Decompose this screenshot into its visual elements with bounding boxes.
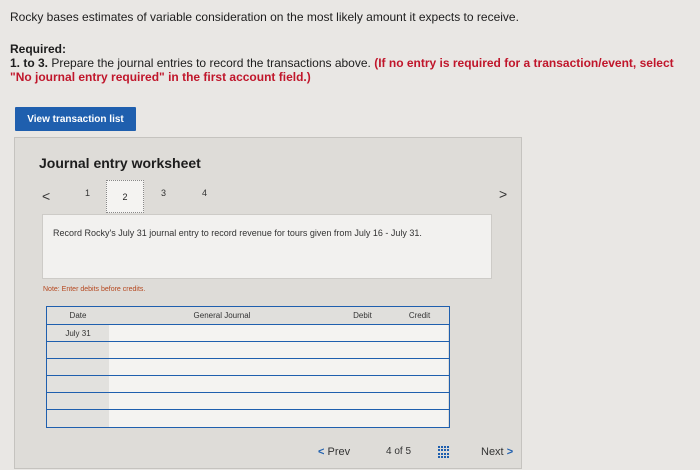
chevron-right-icon[interactable]: > <box>499 186 507 202</box>
chevron-left-icon: < <box>318 446 325 458</box>
grid-icon[interactable] <box>438 446 450 458</box>
credit-field[interactable] <box>390 376 448 393</box>
journal-table-header: Date General Journal Debit Credit <box>47 307 449 324</box>
header-debit: Debit <box>335 307 391 324</box>
credit-field[interactable] <box>390 325 448 342</box>
account-field[interactable] <box>109 325 336 342</box>
header-credit: Credit <box>390 307 449 324</box>
header-date: Date <box>47 307 110 324</box>
date-cell <box>47 410 110 427</box>
table-row <box>47 409 449 427</box>
prev-label: Prev <box>327 446 351 458</box>
account-field[interactable] <box>109 376 336 393</box>
required-heading: Required: <box>10 42 67 56</box>
page-total: of 5 <box>394 446 412 457</box>
account-field[interactable] <box>109 359 336 376</box>
debit-field[interactable] <box>335 359 391 376</box>
intro-text: Rocky bases estimates of variable consid… <box>10 10 519 24</box>
debit-field[interactable] <box>335 376 391 393</box>
chevron-left-icon[interactable]: < <box>42 188 50 204</box>
table-row <box>47 341 449 359</box>
journal-entry-worksheet: Journal entry worksheet < 1 2 3 4 > Reco… <box>14 137 522 469</box>
entry-description: Record Rocky's July 31 journal entry to … <box>53 228 422 238</box>
prev-button[interactable]: < Prev <box>318 446 350 458</box>
account-field[interactable] <box>109 342 336 359</box>
table-row: July 31 <box>47 324 449 342</box>
credit-field[interactable] <box>390 410 448 427</box>
debit-field[interactable] <box>335 393 391 410</box>
tab-3[interactable]: 3 <box>161 188 166 198</box>
credit-field[interactable] <box>390 359 448 376</box>
next-label: Next <box>481 446 504 458</box>
required-section: Required: 1. to 3. Prepare the journal e… <box>10 42 690 84</box>
debit-field[interactable] <box>335 325 391 342</box>
journal-table: Date General Journal Debit Credit July 3… <box>46 306 450 428</box>
date-cell <box>47 342 110 359</box>
account-field[interactable] <box>109 410 336 427</box>
required-line-text: Prepare the journal entries to record th… <box>48 56 375 70</box>
credit-field[interactable] <box>390 342 448 359</box>
account-field[interactable] <box>109 393 336 410</box>
entry-description-box: Record Rocky's July 31 journal entry to … <box>42 214 492 279</box>
page-indicator: 4 of 5 <box>386 446 411 457</box>
table-row <box>47 375 449 393</box>
date-cell <box>47 376 110 393</box>
worksheet-title: Journal entry worksheet <box>39 155 201 171</box>
tab-1[interactable]: 1 <box>85 188 90 198</box>
required-instruction: 1. to 3. Prepare the journal entries to … <box>10 56 690 84</box>
table-row <box>47 358 449 376</box>
date-cell <box>47 393 110 410</box>
required-prefix: 1. to 3. <box>10 56 49 70</box>
view-transaction-list-button[interactable]: View transaction list <box>15 107 136 131</box>
tab-4[interactable]: 4 <box>202 188 207 198</box>
table-row <box>47 392 449 410</box>
debits-note: Note: Enter debits before credits. <box>43 286 146 293</box>
date-cell <box>47 359 110 376</box>
current-page: 4 <box>386 446 392 457</box>
tab-2[interactable]: 2 <box>106 180 144 213</box>
next-button[interactable]: Next > <box>481 446 513 458</box>
chevron-right-icon: > <box>506 446 514 458</box>
credit-field[interactable] <box>390 393 448 410</box>
debit-field[interactable] <box>335 342 391 359</box>
debit-field[interactable] <box>335 410 391 427</box>
date-cell: July 31 <box>47 325 110 342</box>
header-general-journal: General Journal <box>109 307 336 324</box>
